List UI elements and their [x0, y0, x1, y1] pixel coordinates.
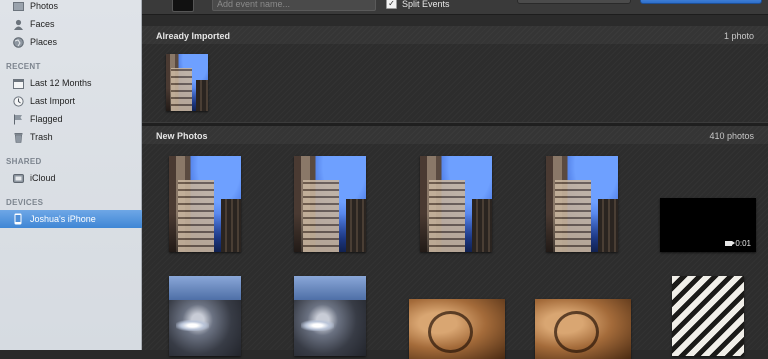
sidebar-item-label: Photos: [30, 1, 59, 11]
sidebar-item-label: iCloud: [30, 173, 56, 183]
photo-thumbnail[interactable]: [294, 156, 366, 252]
photo-thumbnail[interactable]: [294, 276, 366, 356]
sidebar-item-flagged[interactable]: Flagged: [0, 110, 142, 128]
sidebar-item-label: Last Import: [30, 96, 76, 106]
sidebar-item-label: Faces: [30, 19, 55, 29]
section-header-devices: DEVICES: [6, 198, 44, 207]
photo-thumbnail[interactable]: [166, 54, 208, 111]
section-count: 1 photo: [723, 31, 754, 41]
sidebar-item-trash[interactable]: Trash: [0, 128, 142, 146]
sidebar-item-photos[interactable]: Photos: [0, 0, 142, 15]
photo-thumbnail[interactable]: [420, 156, 492, 252]
video-duration-badge: 0:01: [725, 239, 751, 248]
event-name-input[interactable]: Add event name...: [212, 0, 376, 11]
photo-thumbnail[interactable]: [672, 276, 744, 356]
sidebar-item-label: Flagged: [30, 114, 63, 124]
import-toolbar: Add event name... ✓ Split Events: [142, 0, 768, 15]
import-view: Add event name... ✓ Split Events Already…: [142, 0, 768, 359]
iphone-icon: [12, 213, 24, 225]
flag-icon: [12, 113, 24, 125]
section-count: 410 photos: [709, 131, 754, 141]
sidebar-item-label: Trash: [30, 132, 53, 142]
faces-icon: [12, 18, 24, 30]
device-thumbnail-icon: [172, 0, 194, 12]
new-photos-section: New Photos 410 photos 0:01: [142, 126, 768, 359]
section-title: Already Imported: [156, 31, 231, 41]
video-duration: 0:01: [735, 239, 751, 248]
import-all-button[interactable]: [640, 0, 762, 4]
sidebar-item-label: Last 12 Months: [30, 78, 92, 88]
places-icon: [12, 36, 24, 48]
section-header-recent: RECENT: [6, 62, 41, 71]
trash-icon: [12, 131, 24, 143]
photo-thumbnail[interactable]: [169, 156, 241, 252]
split-events-label: Split Events: [402, 0, 450, 9]
sidebar: Photos Faces Places RECENT Last 12 Month…: [0, 0, 142, 350]
sidebar-item-places[interactable]: Places: [0, 33, 142, 51]
section-title: New Photos: [156, 131, 208, 141]
sidebar-item-faces[interactable]: Faces: [0, 15, 142, 33]
clock-icon: [12, 95, 24, 107]
video-thumbnail[interactable]: 0:01: [660, 198, 756, 252]
icloud-icon: [12, 172, 24, 184]
already-imported-section: Already Imported 1 photo: [142, 26, 768, 126]
split-events-checkbox[interactable]: ✓: [386, 0, 397, 9]
photo-thumbnail[interactable]: [169, 276, 241, 356]
sidebar-item-last-import[interactable]: Last Import: [0, 92, 142, 110]
new-photos-header: New Photos 410 photos: [142, 126, 768, 144]
sidebar-item-last-12-months[interactable]: Last 12 Months: [0, 74, 142, 92]
photo-thumbnail[interactable]: [546, 156, 618, 252]
import-selected-button[interactable]: [517, 0, 631, 4]
already-imported-header: Already Imported 1 photo: [142, 26, 768, 44]
sidebar-item-label: Places: [30, 37, 58, 47]
sidebar-item-joshuas-iphone[interactable]: Joshua's iPhone: [0, 210, 142, 228]
sidebar-item-label: Joshua's iPhone: [30, 214, 96, 224]
sidebar-item-icloud[interactable]: iCloud: [0, 169, 142, 187]
split-events-toggle[interactable]: ✓ Split Events: [386, 0, 450, 9]
photo-thumbnail[interactable]: [535, 299, 631, 359]
photo-thumbnail[interactable]: [409, 299, 505, 359]
section-header-shared: SHARED: [6, 157, 42, 166]
calendar-icon: [12, 77, 24, 89]
video-camera-icon: [725, 241, 736, 246]
photos-icon: [12, 0, 24, 12]
